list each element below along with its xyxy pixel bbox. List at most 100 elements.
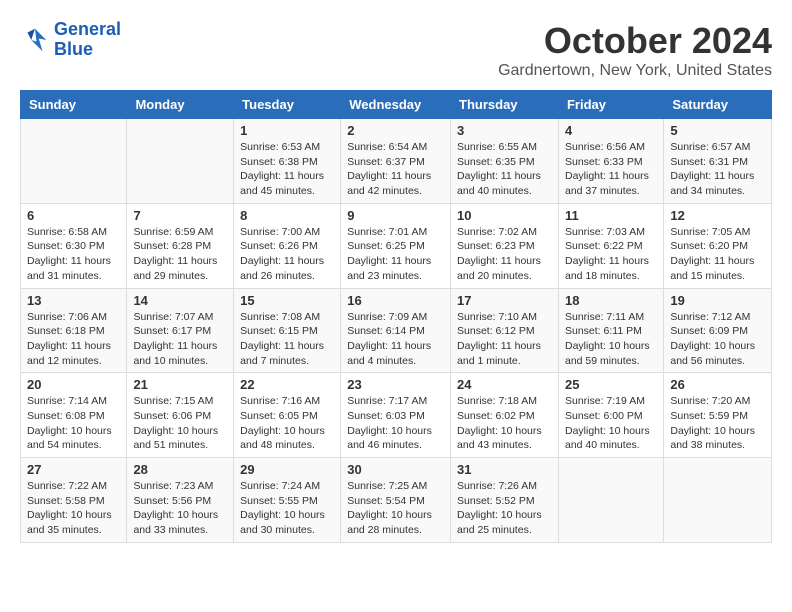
day-cell: 11 Sunrise: 7:03 AM Sunset: 6:22 PM Dayli… xyxy=(558,203,663,288)
day-info: Sunrise: 7:20 AM Sunset: 5:59 PM Dayligh… xyxy=(670,394,765,453)
day-cell: 4 Sunrise: 6:56 AM Sunset: 6:33 PM Daylig… xyxy=(558,119,663,204)
month-title: October 2024 xyxy=(498,20,772,62)
logo-text: General Blue xyxy=(54,20,121,60)
day-info: Sunrise: 6:53 AM Sunset: 6:38 PM Dayligh… xyxy=(240,140,334,199)
day-info: Sunrise: 6:54 AM Sunset: 6:37 PM Dayligh… xyxy=(347,140,444,199)
day-info: Sunrise: 7:09 AM Sunset: 6:14 PM Dayligh… xyxy=(347,310,444,369)
day-cell: 31Sunrise: 7:26 AM Sunset: 5:52 PM Dayli… xyxy=(451,458,559,543)
calendar-body: 1 Sunrise: 6:53 AM Sunset: 6:38 PM Daylig… xyxy=(21,119,772,543)
day-cell xyxy=(127,119,234,204)
day-number: 17 xyxy=(457,293,552,308)
day-cell: 5 Sunrise: 6:57 AM Sunset: 6:31 PM Daylig… xyxy=(664,119,772,204)
day-info: Sunrise: 7:24 AM Sunset: 5:55 PM Dayligh… xyxy=(240,479,334,538)
day-number: 12 xyxy=(670,208,765,223)
day-cell: 17 Sunrise: 7:10 AM Sunset: 6:12 PM Dayli… xyxy=(451,288,559,373)
day-cell: 29 Sunrise: 7:24 AM Sunset: 5:55 PM Dayli… xyxy=(234,458,341,543)
day-cell: 25Sunrise: 7:19 AM Sunset: 6:00 PM Dayli… xyxy=(558,373,663,458)
title-block: October 2024 Gardnertown, New York, Unit… xyxy=(498,20,772,80)
day-number: 21 xyxy=(133,377,227,392)
logo: General Blue xyxy=(20,20,121,60)
day-number: 29 xyxy=(240,462,334,477)
day-number: 15 xyxy=(240,293,334,308)
day-info: Sunrise: 7:03 AM Sunset: 6:22 PM Dayligh… xyxy=(565,225,657,284)
day-number: 27 xyxy=(27,462,120,477)
day-cell: 12 Sunrise: 7:05 AM Sunset: 6:20 PM Dayli… xyxy=(664,203,772,288)
day-cell: 23Sunrise: 7:17 AM Sunset: 6:03 PM Dayli… xyxy=(341,373,451,458)
day-number: 30 xyxy=(347,462,444,477)
day-cell xyxy=(664,458,772,543)
day-cell: 18Sunrise: 7:11 AM Sunset: 6:11 PM Dayli… xyxy=(558,288,663,373)
day-cell: 30 Sunrise: 7:25 AM Sunset: 5:54 PM Dayli… xyxy=(341,458,451,543)
day-cell: 20Sunrise: 7:14 AM Sunset: 6:08 PM Dayli… xyxy=(21,373,127,458)
day-number: 22 xyxy=(240,377,334,392)
day-info: Sunrise: 6:56 AM Sunset: 6:33 PM Dayligh… xyxy=(565,140,657,199)
day-info: Sunrise: 7:22 AM Sunset: 5:58 PM Dayligh… xyxy=(27,479,120,538)
logo-icon xyxy=(20,25,50,55)
day-number: 19 xyxy=(670,293,765,308)
day-info: Sunrise: 7:25 AM Sunset: 5:54 PM Dayligh… xyxy=(347,479,444,538)
day-info: Sunrise: 7:02 AM Sunset: 6:23 PM Dayligh… xyxy=(457,225,552,284)
day-info: Sunrise: 7:08 AM Sunset: 6:15 PM Dayligh… xyxy=(240,310,334,369)
day-cell: 19 Sunrise: 7:12 AM Sunset: 6:09 PM Dayli… xyxy=(664,288,772,373)
day-number: 26 xyxy=(670,377,765,392)
header-cell-friday: Friday xyxy=(558,91,663,119)
day-cell: 3 Sunrise: 6:55 AM Sunset: 6:35 PM Daylig… xyxy=(451,119,559,204)
day-info: Sunrise: 7:06 AM Sunset: 6:18 PM Dayligh… xyxy=(27,310,120,369)
day-number: 2 xyxy=(347,123,444,138)
day-number: 20 xyxy=(27,377,120,392)
day-number: 18 xyxy=(565,293,657,308)
day-number: 16 xyxy=(347,293,444,308)
day-number: 8 xyxy=(240,208,334,223)
header-cell-wednesday: Wednesday xyxy=(341,91,451,119)
day-number: 1 xyxy=(240,123,334,138)
day-info: Sunrise: 7:17 AM Sunset: 6:03 PM Dayligh… xyxy=(347,394,444,453)
header-cell-tuesday: Tuesday xyxy=(234,91,341,119)
header-row: SundayMondayTuesdayWednesdayThursdayFrid… xyxy=(21,91,772,119)
day-cell: 22 Sunrise: 7:16 AM Sunset: 6:05 PM Dayli… xyxy=(234,373,341,458)
header-cell-thursday: Thursday xyxy=(451,91,559,119)
day-cell: 10 Sunrise: 7:02 AM Sunset: 6:23 PM Dayli… xyxy=(451,203,559,288)
day-info: Sunrise: 6:58 AM Sunset: 6:30 PM Dayligh… xyxy=(27,225,120,284)
day-info: Sunrise: 7:00 AM Sunset: 6:26 PM Dayligh… xyxy=(240,225,334,284)
day-info: Sunrise: 7:18 AM Sunset: 6:02 PM Dayligh… xyxy=(457,394,552,453)
day-number: 4 xyxy=(565,123,657,138)
day-number: 3 xyxy=(457,123,552,138)
week-row-1: 1 Sunrise: 6:53 AM Sunset: 6:38 PM Daylig… xyxy=(21,119,772,204)
day-cell: 2 Sunrise: 6:54 AM Sunset: 6:37 PM Daylig… xyxy=(341,119,451,204)
day-cell xyxy=(558,458,663,543)
day-cell: 27 Sunrise: 7:22 AM Sunset: 5:58 PM Dayli… xyxy=(21,458,127,543)
day-number: 10 xyxy=(457,208,552,223)
day-cell: 6 Sunrise: 6:58 AM Sunset: 6:30 PM Daylig… xyxy=(21,203,127,288)
week-row-3: 13Sunrise: 7:06 AM Sunset: 6:18 PM Dayli… xyxy=(21,288,772,373)
day-cell: 13Sunrise: 7:06 AM Sunset: 6:18 PM Dayli… xyxy=(21,288,127,373)
day-number: 14 xyxy=(133,293,227,308)
day-number: 7 xyxy=(133,208,227,223)
day-number: 6 xyxy=(27,208,120,223)
day-cell: 21Sunrise: 7:15 AM Sunset: 6:06 PM Dayli… xyxy=(127,373,234,458)
calendar-header: SundayMondayTuesdayWednesdayThursdayFrid… xyxy=(21,91,772,119)
day-info: Sunrise: 6:57 AM Sunset: 6:31 PM Dayligh… xyxy=(670,140,765,199)
day-info: Sunrise: 6:59 AM Sunset: 6:28 PM Dayligh… xyxy=(133,225,227,284)
day-info: Sunrise: 7:16 AM Sunset: 6:05 PM Dayligh… xyxy=(240,394,334,453)
week-row-5: 27 Sunrise: 7:22 AM Sunset: 5:58 PM Dayli… xyxy=(21,458,772,543)
day-cell xyxy=(21,119,127,204)
day-cell: 15 Sunrise: 7:08 AM Sunset: 6:15 PM Dayli… xyxy=(234,288,341,373)
day-info: Sunrise: 7:01 AM Sunset: 6:25 PM Dayligh… xyxy=(347,225,444,284)
day-number: 24 xyxy=(457,377,552,392)
logo-line2: Blue xyxy=(54,39,93,59)
header-cell-saturday: Saturday xyxy=(664,91,772,119)
day-info: Sunrise: 6:55 AM Sunset: 6:35 PM Dayligh… xyxy=(457,140,552,199)
day-number: 5 xyxy=(670,123,765,138)
day-info: Sunrise: 7:05 AM Sunset: 6:20 PM Dayligh… xyxy=(670,225,765,284)
day-number: 11 xyxy=(565,208,657,223)
day-cell: 16 Sunrise: 7:09 AM Sunset: 6:14 PM Dayli… xyxy=(341,288,451,373)
day-info: Sunrise: 7:26 AM Sunset: 5:52 PM Dayligh… xyxy=(457,479,552,538)
day-info: Sunrise: 7:12 AM Sunset: 6:09 PM Dayligh… xyxy=(670,310,765,369)
day-cell: 8 Sunrise: 7:00 AM Sunset: 6:26 PM Daylig… xyxy=(234,203,341,288)
week-row-2: 6 Sunrise: 6:58 AM Sunset: 6:30 PM Daylig… xyxy=(21,203,772,288)
day-info: Sunrise: 7:23 AM Sunset: 5:56 PM Dayligh… xyxy=(133,479,227,538)
header-cell-monday: Monday xyxy=(127,91,234,119)
day-cell: 26 Sunrise: 7:20 AM Sunset: 5:59 PM Dayli… xyxy=(664,373,772,458)
week-row-4: 20Sunrise: 7:14 AM Sunset: 6:08 PM Dayli… xyxy=(21,373,772,458)
day-info: Sunrise: 7:10 AM Sunset: 6:12 PM Dayligh… xyxy=(457,310,552,369)
